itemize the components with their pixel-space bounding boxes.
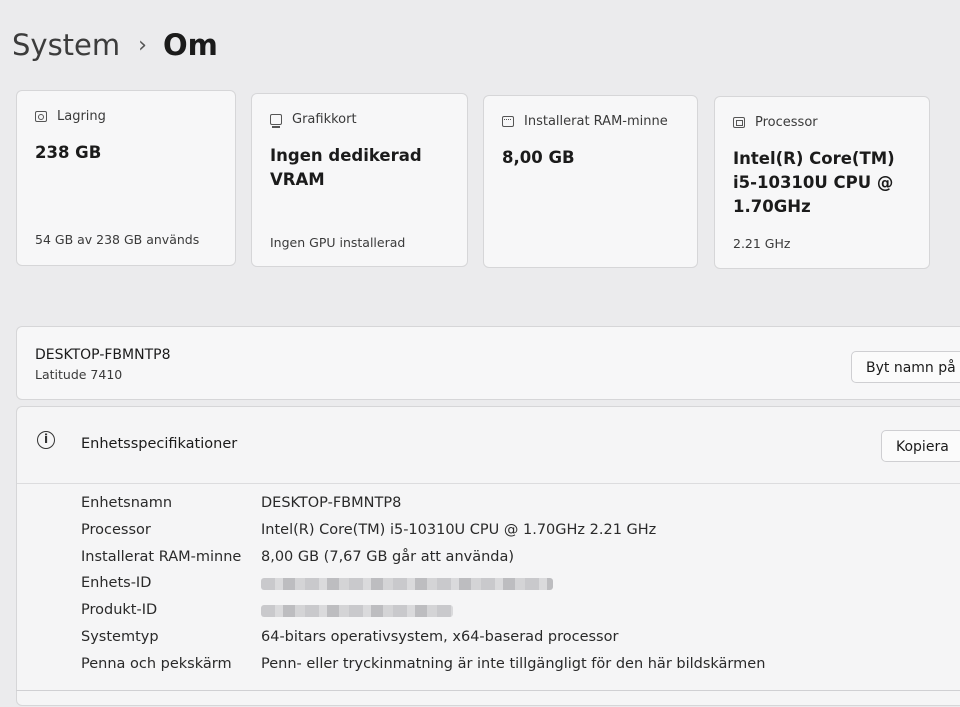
breadcrumb-system-link[interactable]: System [12,28,120,62]
spec-title: Enhetsspecifikationer [81,436,238,452]
ram-icon [502,116,514,127]
graphics-card[interactable]: Grafikkort Ingen dedikerad VRAM Ingen GP… [251,93,468,267]
spec-label-device-name: Enhetsnamn [81,495,173,511]
graphics-value: Ingen dedikerad VRAM [270,146,422,189]
device-name-card: DESKTOP-FBMNTP8 Latitude 7410 Byt namn p… [16,326,960,400]
device-name: DESKTOP-FBMNTP8 [35,347,171,363]
copy-button[interactable]: Kopiera [881,430,960,462]
spec-value-pen-touch: Penn- eller tryckinmatning är inte tillg… [261,656,766,672]
spec-label-system-type: Systemtyp [81,629,159,645]
spec-label-processor: Processor [81,522,151,538]
ram-value: 8,00 GB [502,148,575,167]
spec-value-system-type: 64-bitars operativsystem, x64-baserad pr… [261,629,619,645]
spec-label-ram: Installerat RAM-minne [81,549,242,565]
storage-label: Lagring [57,109,106,124]
spec-value-ram: 8,00 GB (7,67 GB går att använda) [261,549,515,565]
spec-label-pen-touch: Penna och pekskärm [81,656,232,672]
graphics-card-icon [270,114,282,128]
breadcrumb: System › Om [12,28,218,62]
storage-value: 238 GB [35,143,102,162]
spec-label-device-id: Enhets-ID [81,575,152,591]
spec-label-product-id: Produkt-ID [81,602,158,618]
ram-card[interactable]: Installerat RAM-minne 8,00 GB [483,95,698,268]
rename-pc-button[interactable]: Byt namn på d [851,351,960,383]
storage-usage: 54 GB av 238 GB används [35,232,200,247]
processor-icon [733,117,745,128]
ram-label: Installerat RAM-minne [524,114,668,129]
device-specifications-section: i Enhetsspecifikationer Kopiera Enhetsna… [16,406,960,706]
product-id-redacted [261,605,453,617]
storage-icon [35,111,47,122]
processor-label: Processor [755,115,818,130]
info-icon: i [37,431,55,449]
device-id-redacted [261,578,553,590]
graphics-label: Grafikkort [292,112,357,127]
spec-header[interactable]: i Enhetsspecifikationer Kopiera [17,407,960,484]
divider [16,690,960,691]
spec-value-device-name: DESKTOP-FBMNTP8 [261,495,402,511]
processor-value: Intel(R) Core(TM) i5-10310U CPU @ 1.70GH… [733,149,895,216]
page-title: Om [162,28,218,62]
spec-value-processor: Intel(R) Core(TM) i5-10310U CPU @ 1.70GH… [261,522,657,538]
processor-speed: 2.21 GHz [733,236,791,251]
chevron-right-icon: › [138,32,147,58]
storage-card[interactable]: Lagring 238 GB 54 GB av 238 GB används [16,90,236,266]
device-model: Latitude 7410 [35,367,123,382]
processor-card[interactable]: Processor Intel(R) Core(TM) i5-10310U CP… [714,96,930,269]
graphics-status: Ingen GPU installerad [270,235,406,250]
